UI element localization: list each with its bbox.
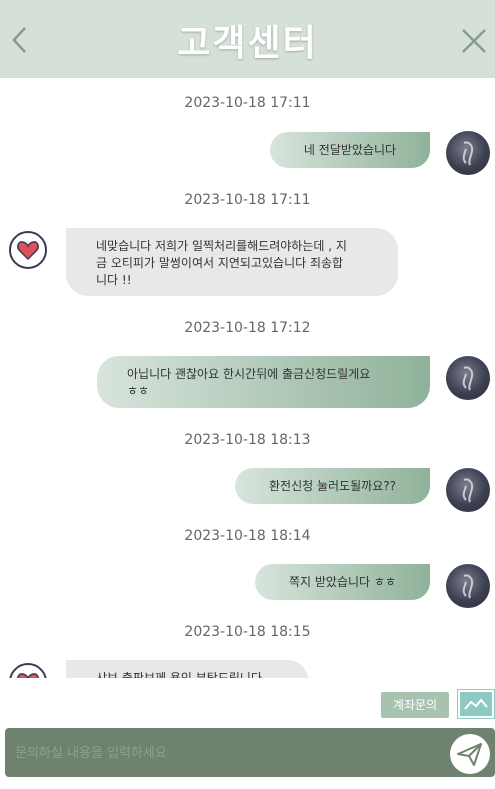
support-avatar xyxy=(8,230,48,270)
user-avatar xyxy=(446,468,490,512)
timestamp: 2023-10-18 17:11 xyxy=(184,192,311,208)
image-upload-icon xyxy=(464,698,488,710)
heart-icon xyxy=(9,663,47,678)
chat-area[interactable]: 2023-10-18 17:11 네 전달받았습니다 2023-10-18 17… xyxy=(0,78,495,678)
timestamp: 2023-10-18 18:15 xyxy=(184,624,311,640)
header: 고객센터 xyxy=(0,0,495,78)
message-text: 네 전달받았습니다 xyxy=(303,143,397,157)
user-avatar xyxy=(446,131,490,175)
message-text: 아닙니다 괜찮아요 한시간뒤에 출금신청드릴게요 xyxy=(127,367,371,381)
message-text: 니다 !! xyxy=(96,273,132,287)
user-avatar xyxy=(446,564,490,608)
message-bubble-incoming: 네맞습니다 저희가 일찍처리를해드려야하는데 , 지 금 오티피가 말썽이여서 … xyxy=(66,228,398,296)
page-title: 고객센터 xyxy=(177,23,318,64)
send-button[interactable] xyxy=(450,734,490,774)
image-upload-button[interactable] xyxy=(457,689,495,719)
heart-icon xyxy=(9,231,47,269)
message-bubble-outgoing: 쪽지 받았습니다 ㅎㅎ xyxy=(255,564,430,600)
message-text: 금 오티피가 말썽이여서 지연되고있습니다 죄송합 xyxy=(96,256,344,270)
user-avatar xyxy=(446,356,490,400)
account-inquiry-button[interactable]: 계좌문의 xyxy=(381,692,449,718)
paper-plane-icon xyxy=(457,743,482,766)
message-text: 네맞습니다 저희가 일찍처리를해드려야하는데 , 지 xyxy=(96,239,347,253)
timestamp: 2023-10-18 18:14 xyxy=(184,528,311,544)
message-input-bar xyxy=(5,728,495,777)
message-text: 환전신청 눌러도될까요?? xyxy=(269,479,396,493)
message-bubble-outgoing: 네 전달받았습니다 xyxy=(270,132,430,168)
close-icon[interactable] xyxy=(459,26,489,56)
message-text: ㅎㅎ xyxy=(127,384,150,398)
support-avatar xyxy=(8,662,48,678)
message-bubble-outgoing: 아닙니다 괜찮아요 한시간뒤에 출금신청드릴게요 ㅎㅎ xyxy=(97,356,430,408)
message-bubble-outgoing: 환전신청 눌러도될까요?? xyxy=(235,468,430,504)
message-text: 쪽지 받았습니다 ㅎㅎ xyxy=(289,575,396,589)
message-text: 샤브 출판보께 용인 부탁드립니다 xyxy=(96,671,263,678)
timestamp: 2023-10-18 18:13 xyxy=(184,432,311,448)
timestamp: 2023-10-18 17:11 xyxy=(184,95,311,111)
message-input[interactable] xyxy=(13,740,437,766)
timestamp: 2023-10-18 17:12 xyxy=(184,320,311,336)
message-bubble-incoming: 샤브 출판보께 용인 부탁드립니다 xyxy=(66,660,308,678)
